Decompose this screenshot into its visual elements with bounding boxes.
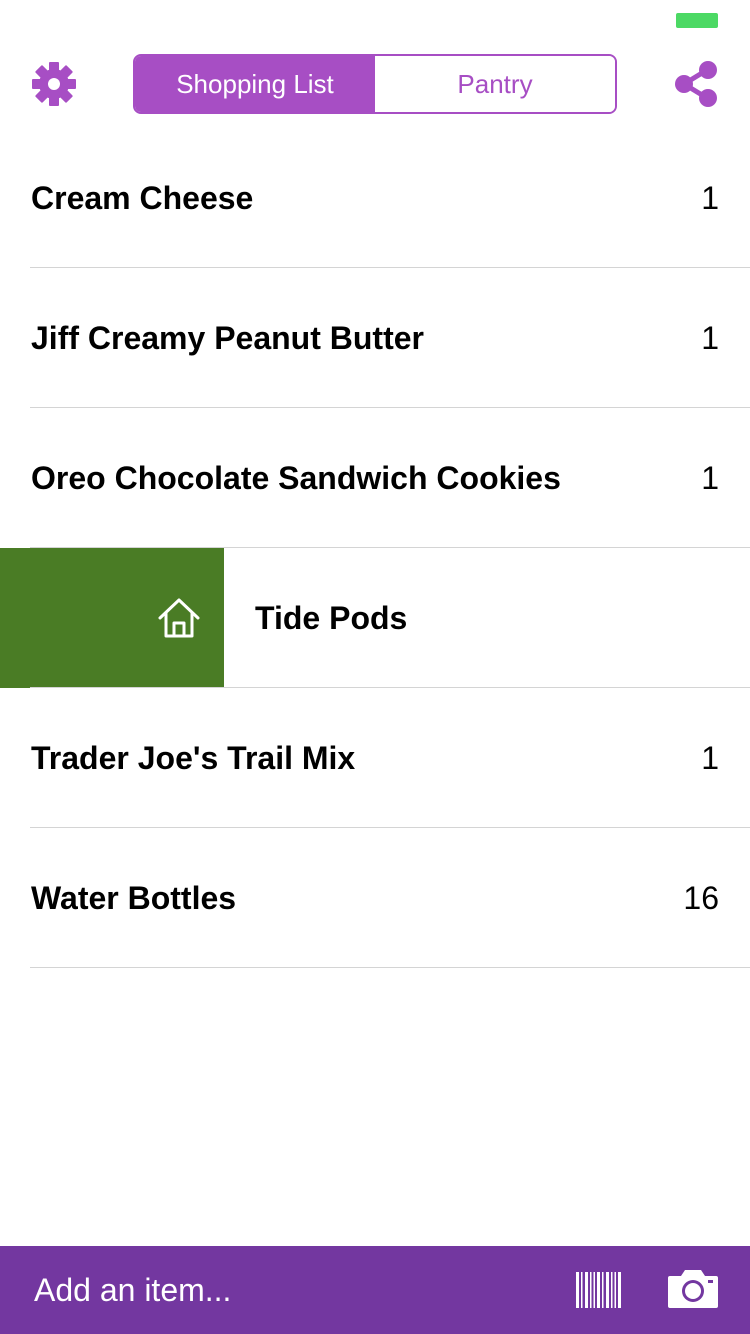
share-icon bbox=[675, 61, 717, 107]
list-item[interactable]: Oreo Chocolate Sandwich Cookies 1 bbox=[0, 408, 750, 548]
view-segmented-control: Shopping List Pantry bbox=[133, 54, 617, 114]
list-item-swiped[interactable]: Tide Pods bbox=[0, 548, 750, 688]
segment-shopping-list[interactable]: Shopping List bbox=[135, 56, 375, 112]
share-button[interactable] bbox=[668, 56, 724, 112]
item-quantity: 1 bbox=[701, 740, 719, 776]
item-quantity: 1 bbox=[701, 180, 719, 216]
barcode-icon bbox=[576, 1272, 621, 1308]
list-item[interactable]: Cream Cheese 1 bbox=[0, 128, 750, 268]
list-item[interactable]: Water Bottles 16 bbox=[0, 828, 750, 968]
divider bbox=[30, 967, 750, 968]
item-name: Jiff Creamy Peanut Butter bbox=[31, 320, 424, 356]
item-quantity: 1 bbox=[701, 320, 719, 356]
list-item[interactable]: Trader Joe's Trail Mix 1 bbox=[0, 688, 750, 828]
add-item-input[interactable] bbox=[34, 1246, 534, 1334]
add-item-bar bbox=[0, 1246, 750, 1334]
move-to-pantry-button[interactable] bbox=[0, 548, 224, 688]
item-name: Cream Cheese bbox=[31, 180, 254, 216]
status-bar bbox=[0, 0, 750, 40]
settings-button[interactable] bbox=[26, 56, 82, 112]
segment-pantry[interactable]: Pantry bbox=[375, 56, 615, 112]
screen: Shopping List Pantry Cream Cheese 1 Jiff… bbox=[0, 0, 750, 1334]
house-icon bbox=[158, 598, 200, 638]
battery-icon bbox=[676, 13, 718, 28]
nav-bar: Shopping List Pantry bbox=[0, 40, 750, 128]
item-name: Trader Joe's Trail Mix bbox=[31, 740, 356, 776]
item-name: Water Bottles bbox=[31, 880, 237, 916]
camera-icon bbox=[668, 1270, 718, 1308]
barcode-scan-button[interactable] bbox=[574, 1272, 624, 1308]
item-quantity: 1 bbox=[701, 460, 719, 496]
item-name: Oreo Chocolate Sandwich Cookies bbox=[31, 460, 561, 496]
list-item[interactable]: Jiff Creamy Peanut Butter 1 bbox=[0, 268, 750, 408]
gear-icon bbox=[32, 62, 76, 106]
item-name: Tide Pods bbox=[255, 600, 408, 636]
item-quantity: 16 bbox=[683, 880, 719, 916]
shopping-list: Cream Cheese 1 Jiff Creamy Peanut Butter… bbox=[0, 128, 750, 968]
camera-button[interactable] bbox=[666, 1268, 720, 1310]
